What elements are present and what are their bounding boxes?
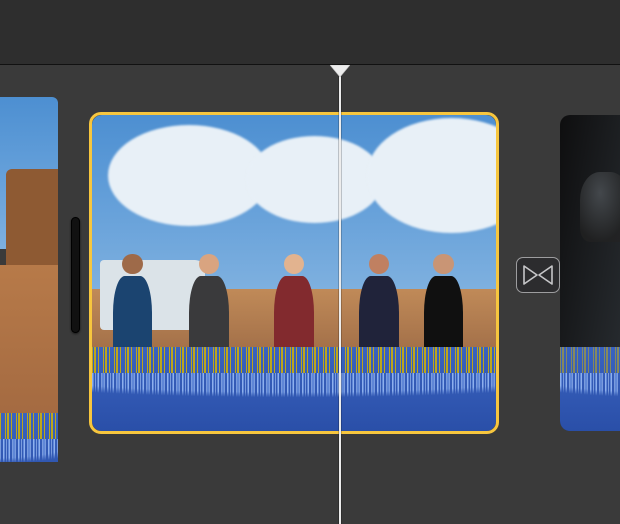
playhead-line[interactable] [339,65,341,524]
bowtie-transition-icon [523,265,553,285]
toolbar-spacer [0,0,620,64]
clip-thumbnail [560,115,620,431]
timeline[interactable] [0,65,620,524]
timeline-bottom-spacer [0,462,620,524]
clip-thumbnail [0,97,58,497]
clip-audio-track[interactable] [92,347,496,431]
playhead-marker[interactable] [330,65,350,77]
clip-center[interactable] [92,115,496,431]
clip-right[interactable] [560,115,620,431]
transition-badge[interactable] [516,257,560,293]
clip-edge-handle[interactable] [71,217,80,333]
clip-audio-track[interactable] [560,347,620,431]
clip-thumbnail [92,115,496,431]
clip-left[interactable] [0,97,58,497]
